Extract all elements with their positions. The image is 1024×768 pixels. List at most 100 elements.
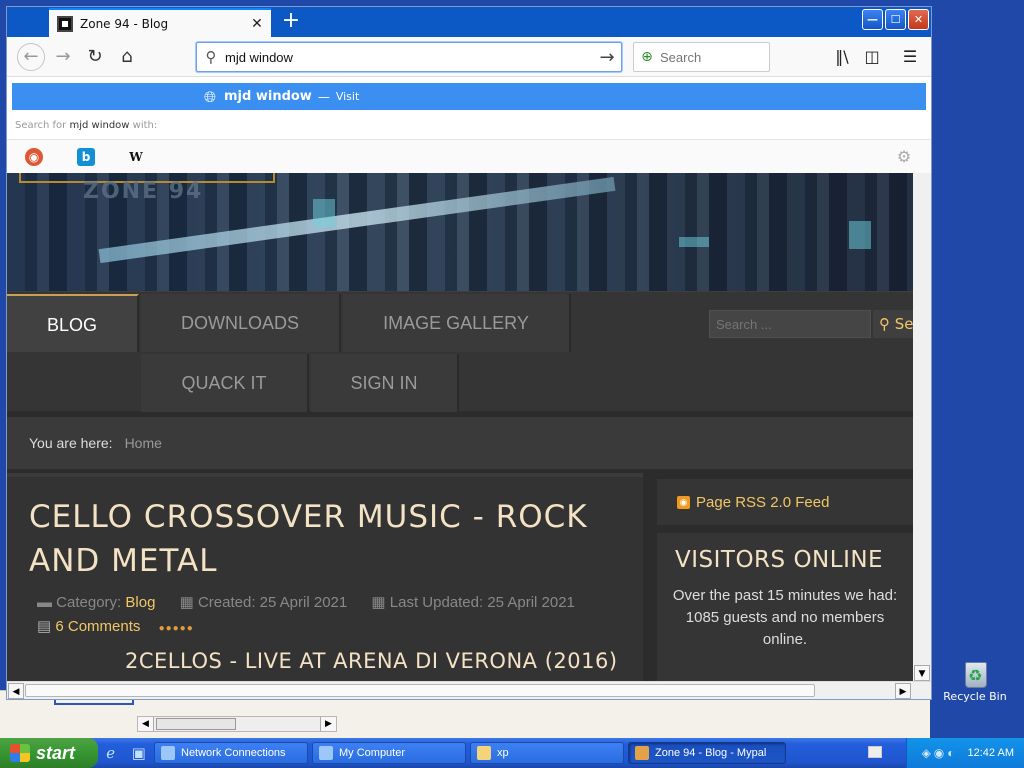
search-for-prefix: Search for bbox=[15, 120, 67, 131]
gear-icon[interactable]: ⚙ bbox=[895, 148, 913, 166]
show-desktop-icon[interactable]: ▣ bbox=[132, 744, 146, 762]
nav-toolbar: ← → ↻ ⌂ ⚲ → ⊕ ‖\ ◫ ☰ bbox=[7, 37, 931, 77]
menu-item-downloads[interactable]: DOWNLOADS bbox=[141, 294, 341, 352]
rss-feed-link[interactable]: ◉ Page RSS 2.0 Feed bbox=[657, 479, 913, 525]
quick-launch: ℯ ▣ bbox=[98, 744, 154, 762]
comments-row: ▤ 6 Comments ●●●●● bbox=[37, 617, 194, 635]
visitors-online-module: VISITORS ONLINE Over the past 15 minutes… bbox=[657, 533, 913, 681]
banner-screen bbox=[849, 221, 871, 249]
updated-date: Last Updated: 25 April 2021 bbox=[389, 594, 575, 611]
clock[interactable]: 12:42 AM bbox=[968, 747, 1014, 759]
site-search-button[interactable]: ⚲ Se bbox=[873, 310, 913, 338]
tab-close-icon[interactable]: ✕ bbox=[247, 16, 267, 32]
comments-link[interactable]: 6 Comments bbox=[55, 618, 140, 635]
category-label: Category: bbox=[56, 594, 122, 611]
url-bar[interactable]: ⚲ → bbox=[196, 42, 622, 72]
back-button[interactable]: ← bbox=[17, 43, 45, 71]
taskbar-network-connections[interactable]: Network Connections bbox=[154, 742, 308, 764]
search-for-label: Search for mjd window with: bbox=[15, 120, 157, 131]
breadcrumb-home-link[interactable]: Home bbox=[125, 435, 162, 451]
vertical-scrollbar[interactable]: ▼ bbox=[913, 173, 931, 681]
site-search-box[interactable] bbox=[709, 310, 871, 338]
search-engines-row: ◉ b W ⚙ bbox=[7, 139, 931, 173]
scroll-down-arrow[interactable]: ▼ bbox=[914, 665, 930, 681]
site-favicon-icon bbox=[57, 15, 73, 32]
recycle-bin-label: Recycle Bin bbox=[943, 690, 1007, 703]
keyboard-layout-icon[interactable] bbox=[868, 746, 882, 758]
maximize-button[interactable]: ☐ bbox=[885, 9, 906, 30]
browser-window: Zone 94 - Blog ✕ + — ☐ ✕ ← → ↻ ⌂ ⚲ → ⊕ ‖… bbox=[6, 6, 932, 700]
forward-button[interactable]: → bbox=[51, 45, 75, 69]
search-input[interactable] bbox=[660, 49, 760, 65]
tab-title: Zone 94 - Blog bbox=[80, 16, 169, 31]
search-icon: ⚲ bbox=[879, 315, 890, 333]
start-button[interactable]: start bbox=[0, 738, 98, 768]
breadcrumb: You are here: Home bbox=[7, 417, 913, 469]
scroll-thumb[interactable] bbox=[156, 718, 236, 730]
minimize-button[interactable]: — bbox=[862, 9, 883, 30]
close-window-button[interactable]: ✕ bbox=[908, 9, 929, 30]
article-meta: ▬ Category: Blog ▦ Created: 25 April 202… bbox=[37, 593, 575, 611]
created-date: Created: 25 April 2021 bbox=[197, 594, 348, 611]
suggestion-row[interactable]: 🌐︎ mjd window — Visit bbox=[12, 83, 926, 110]
menu-item-sign-in[interactable]: SIGN IN bbox=[311, 354, 459, 412]
folder-icon: ▬ bbox=[37, 594, 52, 611]
taskbar-mypal-browser[interactable]: Zone 94 - Blog - Mypal bbox=[628, 742, 786, 764]
menu-hamburger-icon[interactable]: ☰ bbox=[899, 46, 921, 68]
duckduckgo-icon[interactable]: ◉ bbox=[25, 148, 43, 166]
site-search-input[interactable] bbox=[710, 311, 870, 337]
windows-logo-icon bbox=[10, 744, 30, 762]
search-bar[interactable]: ⊕ bbox=[633, 42, 770, 72]
internet-explorer-icon[interactable]: ℯ bbox=[106, 744, 115, 762]
visitors-text: Over the past 15 minutes we had: 1085 gu… bbox=[667, 585, 903, 651]
menu-item-blog[interactable]: BLOG bbox=[7, 294, 139, 352]
home-button[interactable]: ⌂ bbox=[115, 45, 139, 69]
library-icon[interactable]: ‖\ bbox=[831, 46, 853, 68]
horizontal-scrollbar[interactable]: ◀ ▶ bbox=[7, 681, 931, 699]
go-arrow-icon[interactable]: → bbox=[593, 47, 621, 68]
globe-icon: 🌐︎ bbox=[204, 87, 217, 106]
sidebar-toggle-icon[interactable]: ◫ bbox=[861, 46, 883, 68]
taskbar-item-label: Network Connections bbox=[181, 747, 286, 759]
recycle-bin-icon bbox=[961, 656, 989, 688]
tray-icons[interactable]: ◈◉◐ bbox=[922, 746, 958, 760]
rss-feed-label: Page RSS 2.0 Feed bbox=[696, 493, 830, 511]
banner-screen bbox=[313, 199, 335, 227]
tab-zone94-blog[interactable]: Zone 94 - Blog ✕ bbox=[49, 8, 271, 37]
taskbar-item-label: Zone 94 - Blog - Mypal bbox=[655, 747, 767, 759]
scroll-left-arrow[interactable]: ◀ bbox=[138, 717, 154, 731]
system-tray: ◈◉◐ 12:42 AM bbox=[906, 738, 1024, 768]
wikipedia-icon[interactable]: W bbox=[127, 148, 145, 166]
taskbar-item-label: xp bbox=[497, 747, 509, 759]
background-window-scrollbar[interactable]: ◀ ▶ bbox=[137, 716, 337, 732]
horizontal-scroll-thumb[interactable] bbox=[25, 684, 815, 697]
taskbar-my-computer[interactable]: My Computer bbox=[312, 742, 466, 764]
comment-icon: ▤ bbox=[37, 618, 52, 635]
rating-stars[interactable]: ●●●●● bbox=[159, 623, 194, 634]
bing-icon[interactable]: b bbox=[77, 148, 95, 166]
scroll-left-arrow[interactable]: ◀ bbox=[8, 683, 24, 699]
recycle-bin[interactable]: Recycle Bin bbox=[940, 656, 1010, 703]
new-tab-button[interactable]: + bbox=[279, 10, 303, 34]
mypal-icon bbox=[635, 746, 649, 760]
taskbar-xp-folder[interactable]: xp bbox=[470, 742, 624, 764]
site-logo[interactable]: ZONE 94 bbox=[83, 179, 203, 204]
tab-bar: Zone 94 - Blog ✕ + — ☐ ✕ bbox=[7, 7, 931, 37]
menu-item-image-gallery[interactable]: IMAGE GALLERY bbox=[343, 294, 571, 352]
breadcrumb-label: You are here: bbox=[29, 435, 113, 451]
folder-icon bbox=[477, 746, 491, 760]
category-link[interactable]: Blog bbox=[125, 594, 155, 611]
search-for-suffix: with: bbox=[132, 120, 158, 131]
scroll-right-arrow[interactable]: ▶ bbox=[895, 683, 911, 699]
banner-screen bbox=[679, 237, 709, 247]
url-input[interactable] bbox=[225, 49, 593, 65]
visitors-text-1: Over the past 15 minutes we had: bbox=[672, 587, 898, 604]
visitors-title: VISITORS ONLINE bbox=[675, 547, 884, 573]
start-label: start bbox=[36, 742, 76, 763]
reload-button[interactable]: ↻ bbox=[83, 45, 107, 69]
article-subtitle: 2CELLOS - LIVE AT ARENA DI VERONA (2016) bbox=[125, 649, 618, 673]
visitors-text-2: 1085 guests and no members online. bbox=[685, 609, 885, 648]
scroll-right-arrow[interactable]: ▶ bbox=[320, 717, 336, 731]
menu-item-quack-it[interactable]: QUACK IT bbox=[141, 354, 309, 412]
article-title[interactable]: CELLO CROSSOVER MUSIC - ROCK AND METAL bbox=[29, 495, 589, 583]
